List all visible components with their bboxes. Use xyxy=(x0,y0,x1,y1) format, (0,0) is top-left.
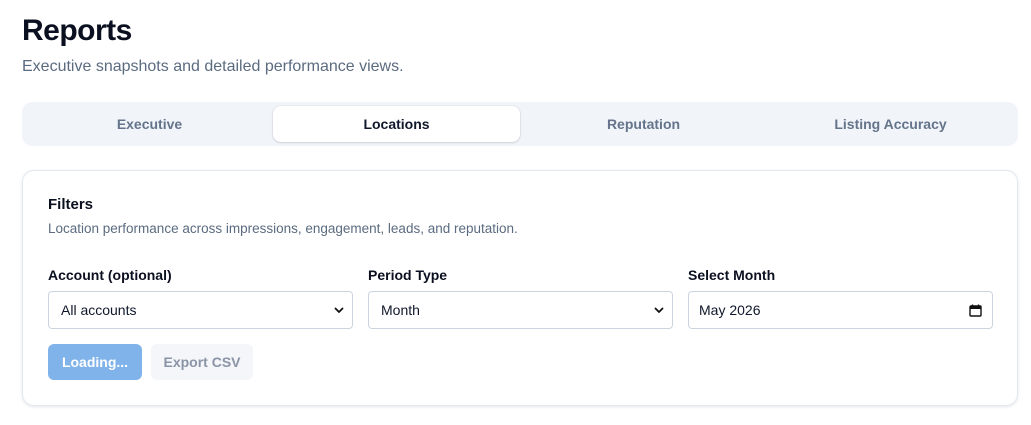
period-type-label: Period Type xyxy=(368,267,448,283)
filters-card: Filters Location performance across impr… xyxy=(22,170,1018,406)
chevron-down-icon xyxy=(334,305,344,315)
page-subtitle: Executive snapshots and detailed perform… xyxy=(22,58,404,75)
tab-executive[interactable]: Executive xyxy=(26,106,273,142)
tab-reputation[interactable]: Reputation xyxy=(520,106,767,142)
filters-description: Location performance across impressions,… xyxy=(48,221,518,236)
select-month-field: Select Month May 2026 xyxy=(688,267,993,329)
account-select[interactable]: All accounts xyxy=(48,291,353,329)
select-month-label: Select Month xyxy=(688,267,776,283)
report-tabs: Executive Locations Reputation Listing A… xyxy=(22,102,1018,146)
account-select-value: All accounts xyxy=(61,302,137,318)
account-field: Account (optional) All accounts xyxy=(48,267,353,329)
filters-title: Filters xyxy=(48,196,94,213)
account-label: Account (optional) xyxy=(48,267,172,283)
reports-page: Reports Executive snapshots and detailed… xyxy=(0,0,1031,425)
calendar-icon[interactable] xyxy=(969,304,982,317)
period-type-field: Period Type Month xyxy=(368,267,673,329)
loading-button[interactable]: Loading... xyxy=(48,344,142,380)
tab-locations[interactable]: Locations xyxy=(273,106,520,142)
export-csv-button[interactable]: Export CSV xyxy=(151,344,253,380)
page-title: Reports xyxy=(22,14,132,47)
month-date-input[interactable]: May 2026 xyxy=(688,291,993,329)
month-date-value: May 2026 xyxy=(699,302,761,318)
chevron-down-icon xyxy=(654,305,664,315)
period-type-select-value: Month xyxy=(381,302,420,318)
tab-listing-accuracy[interactable]: Listing Accuracy xyxy=(767,106,1014,142)
period-type-select[interactable]: Month xyxy=(368,291,673,329)
